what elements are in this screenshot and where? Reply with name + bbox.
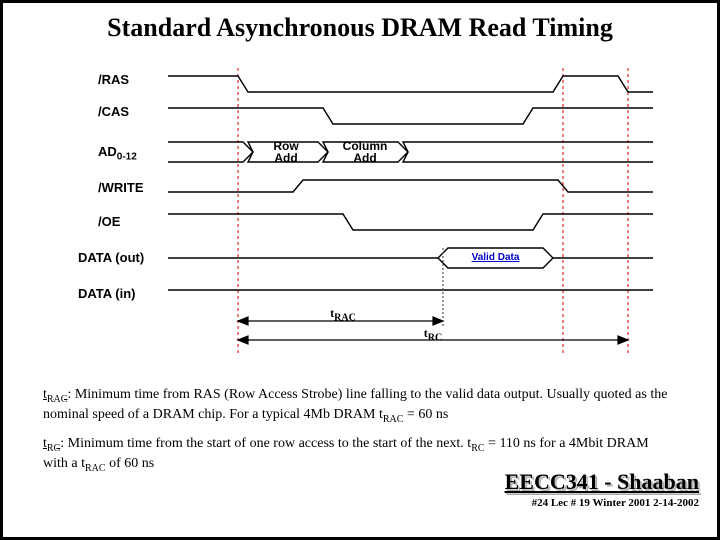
n2g: RAC <box>85 463 106 474</box>
footer-sub: #24 Lec # 19 Winter 2001 2-14-2002 <box>505 497 699 509</box>
timing-diagram: /RAS /CAS AD0-12 /WRITE /OE DATA (out) D… <box>98 58 658 358</box>
label-addr: AD0-12 <box>98 144 137 163</box>
label-valid-data: Valid Data <box>448 252 543 263</box>
n1b: RAC <box>47 394 68 405</box>
label-ras: /RAS <box>98 72 129 87</box>
n1d: Minimum time from RAS (Row Access Strobe… <box>43 387 667 422</box>
label-trac-sub: RAC <box>334 312 356 323</box>
label-cas: /CAS <box>98 104 129 119</box>
n2b: RC <box>47 442 60 453</box>
label-write: /WRITE <box>98 180 144 195</box>
label-col-add: Column Add <box>330 140 400 164</box>
n2d: Minimum time from the start of one row a… <box>64 436 471 451</box>
label-din: DATA (in) <box>78 286 136 301</box>
label-trac: tRAC <box>318 306 368 323</box>
note-trac: tRAC: Minimum time from RAS (Row Access … <box>43 386 677 427</box>
label-dout: DATA (out) <box>78 250 144 265</box>
footer-course: EECC341 - Shaaban <box>505 469 699 495</box>
n2e: RC <box>471 442 484 453</box>
n1f: = 60 ns <box>403 407 448 422</box>
label-trc-sub: RC <box>428 332 442 343</box>
n1e: RAC <box>383 414 404 425</box>
n2h: of 60 ns <box>106 456 155 471</box>
slide-frame: Standard Asynchronous DRAM Read Timing <box>0 0 720 540</box>
label-addr-sub: 0-12 <box>117 152 137 163</box>
label-row-add: Row Add <box>256 140 316 164</box>
slide-title: Standard Asynchronous DRAM Read Timing <box>3 13 717 43</box>
label-addr-text: AD <box>98 144 117 159</box>
slide-footer: EECC341 - Shaaban #24 Lec # 19 Winter 20… <box>505 469 699 509</box>
label-trc: tRC <box>408 326 458 343</box>
timing-svg <box>98 58 658 358</box>
label-oe: /OE <box>98 214 120 229</box>
